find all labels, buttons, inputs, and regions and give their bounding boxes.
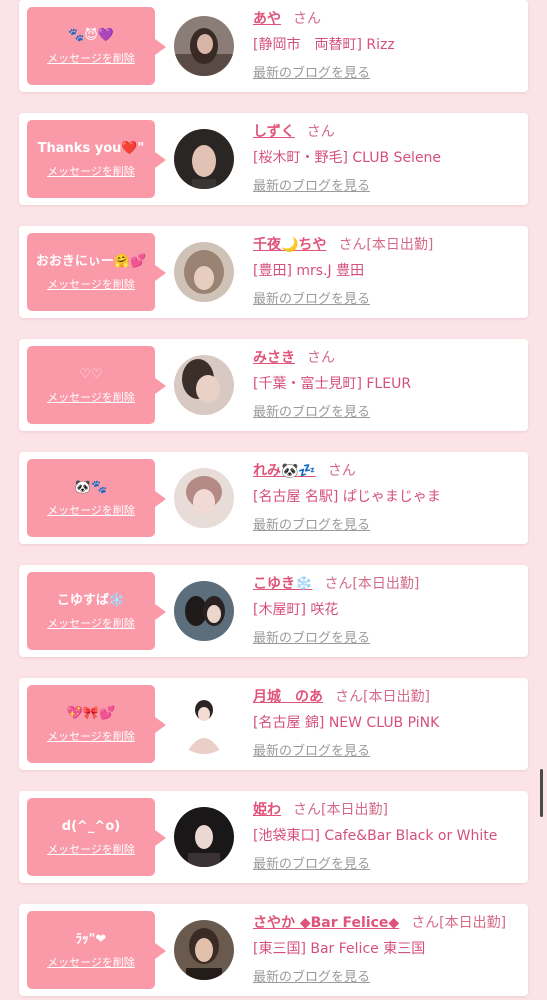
- delete-message-link[interactable]: メッセージを削除: [47, 50, 135, 66]
- shop-location: [東三国] Bar Felice 東三国: [253, 941, 426, 957]
- latest-blog-link[interactable]: 最新のブログを見る: [253, 856, 522, 874]
- message-text: Thanks you❤️": [37, 140, 145, 156]
- name-suffix: さん[本日出勤]: [411, 915, 507, 931]
- delete-message-link[interactable]: メッセージを削除: [47, 389, 135, 405]
- avatar[interactable]: [174, 694, 234, 754]
- name-suffix: さん: [293, 11, 321, 27]
- message-bubble: 🐾😈💜 メッセージを削除: [27, 7, 166, 85]
- cast-card: d(^_^o) メッセージを削除 姫わ さん[本日出勤] [池袋東口] Cafe&…: [19, 791, 528, 883]
- latest-blog-link[interactable]: 最新のブログを見る: [253, 969, 522, 987]
- name-suffix: さん: [327, 463, 356, 479]
- delete-message-link[interactable]: メッセージを削除: [47, 163, 135, 179]
- name-suffix: さん: [306, 124, 335, 140]
- cast-card: ♡♡ メッセージを削除 みさき さん [千葉・富士見町] FLEUR 最新のブログ…: [19, 339, 528, 431]
- scrollbar-thumb[interactable]: [540, 769, 543, 817]
- cast-name-link[interactable]: しずく: [253, 124, 295, 140]
- message-bubble: おおきにぃー🤗💕 メッセージを削除: [27, 233, 166, 311]
- avatar[interactable]: [174, 920, 234, 980]
- name-suffix: さん[本日出勤]: [335, 689, 430, 705]
- delete-message-link[interactable]: メッセージを削除: [47, 615, 135, 631]
- message-text: 🐾😈💜: [68, 27, 114, 43]
- message-text: 🐼🐾: [74, 479, 108, 495]
- name-suffix: さん[本日出勤]: [324, 576, 420, 592]
- cast-name-link[interactable]: 月城 のあ: [253, 689, 323, 705]
- message-text: 💖🎀💕: [66, 705, 116, 721]
- message-bubble: Thanks you❤️" メッセージを削除: [27, 120, 166, 198]
- cast-name-link[interactable]: 千夜🌙ちや: [253, 237, 326, 253]
- cast-card: 💖🎀💕 メッセージを削除 月城 のあ さん[本日出勤] [名古屋 錦] NEW C…: [19, 678, 528, 770]
- delete-message-link[interactable]: メッセージを削除: [47, 954, 135, 970]
- message-bubble: d(^_^o) メッセージを削除: [27, 798, 166, 876]
- cast-card: 🐾😈💜 メッセージを削除 あや さん [静岡市 両替町] Rizz 最新のブログを…: [19, 0, 528, 92]
- shop-location: [桜木町・野毛] CLUB Selene: [253, 150, 442, 166]
- message-text: d(^_^o): [61, 818, 121, 834]
- latest-blog-link[interactable]: 最新のブログを見る: [253, 743, 522, 761]
- avatar[interactable]: [174, 16, 234, 76]
- name-suffix: さん[本日出勤]: [293, 802, 388, 818]
- avatar[interactable]: [174, 355, 234, 415]
- cast-name-link[interactable]: れみ🐼💤: [253, 463, 316, 479]
- cast-name-link[interactable]: こゆき❄️: [253, 576, 312, 592]
- message-text: ﾗｯ"❤: [75, 931, 107, 947]
- cast-card: こゆすば❄️ メッセージを削除 こゆき❄️ さん[本日出勤] [木屋町] 咲花 最…: [19, 565, 528, 657]
- cast-name-link[interactable]: さやか ◆Bar Felice◆: [253, 915, 399, 931]
- message-bubble: こゆすば❄️ メッセージを削除: [27, 572, 166, 650]
- message-text: ♡♡: [79, 366, 103, 382]
- avatar[interactable]: [174, 129, 234, 189]
- cast-name-link[interactable]: みさき: [253, 350, 295, 366]
- latest-blog-link[interactable]: 最新のブログを見る: [253, 178, 522, 196]
- shop-location: [木屋町] 咲花: [253, 602, 339, 618]
- delete-message-link[interactable]: メッセージを削除: [47, 502, 135, 518]
- delete-message-link[interactable]: メッセージを削除: [47, 728, 135, 744]
- shop-location: [千葉・富士見町] FLEUR: [253, 376, 412, 392]
- cast-card: おおきにぃー🤗💕 メッセージを削除 千夜🌙ちや さん[本日出勤] [豊田] mrs…: [19, 226, 528, 318]
- avatar[interactable]: [174, 581, 234, 641]
- name-suffix: さん[本日出勤]: [338, 237, 434, 253]
- avatar[interactable]: [174, 807, 234, 867]
- cast-card: ﾗｯ"❤ メッセージを削除 さやか ◆Bar Felice◆ さん[本日出勤] […: [19, 904, 528, 996]
- latest-blog-link[interactable]: 最新のブログを見る: [253, 404, 522, 422]
- delete-message-link[interactable]: メッセージを削除: [47, 276, 135, 292]
- delete-message-link[interactable]: メッセージを削除: [47, 841, 135, 857]
- cast-card: 🐼🐾 メッセージを削除 れみ🐼💤 さん [名古屋 名駅] ぱじゃまじゃま 最新のブ…: [19, 452, 528, 544]
- message-text: こゆすば❄️: [56, 592, 126, 608]
- avatar[interactable]: [174, 242, 234, 302]
- message-bubble: 🐼🐾 メッセージを削除: [27, 459, 166, 537]
- latest-blog-link[interactable]: 最新のブログを見る: [253, 517, 522, 535]
- message-text: おおきにぃー🤗💕: [35, 253, 147, 269]
- latest-blog-link[interactable]: 最新のブログを見る: [253, 630, 522, 648]
- latest-blog-link[interactable]: 最新のブログを見る: [253, 65, 522, 83]
- cast-name-link[interactable]: 姫わ: [253, 802, 281, 818]
- shop-location: [静岡市 両替町] Rizz: [253, 37, 395, 53]
- name-suffix: さん: [307, 350, 335, 366]
- shop-location: [名古屋 錦] NEW CLUB PiNK: [253, 715, 440, 731]
- shop-location: [池袋東口] Cafe&Bar Black or White: [253, 828, 498, 844]
- avatar[interactable]: [174, 468, 234, 528]
- shop-location: [豊田] mrs.J 豊田: [253, 263, 365, 279]
- message-bubble: ﾗｯ"❤ メッセージを削除: [27, 911, 166, 989]
- cast-card: Thanks you❤️" メッセージを削除 しずく さん [桜木町・野毛] CL…: [19, 113, 528, 205]
- message-bubble: ♡♡ メッセージを削除: [27, 346, 166, 424]
- shop-location: [名古屋 名駅] ぱじゃまじゃま: [253, 489, 441, 505]
- cast-name-link[interactable]: あや: [253, 11, 281, 27]
- latest-blog-link[interactable]: 最新のブログを見る: [253, 291, 522, 309]
- message-bubble: 💖🎀💕 メッセージを削除: [27, 685, 166, 763]
